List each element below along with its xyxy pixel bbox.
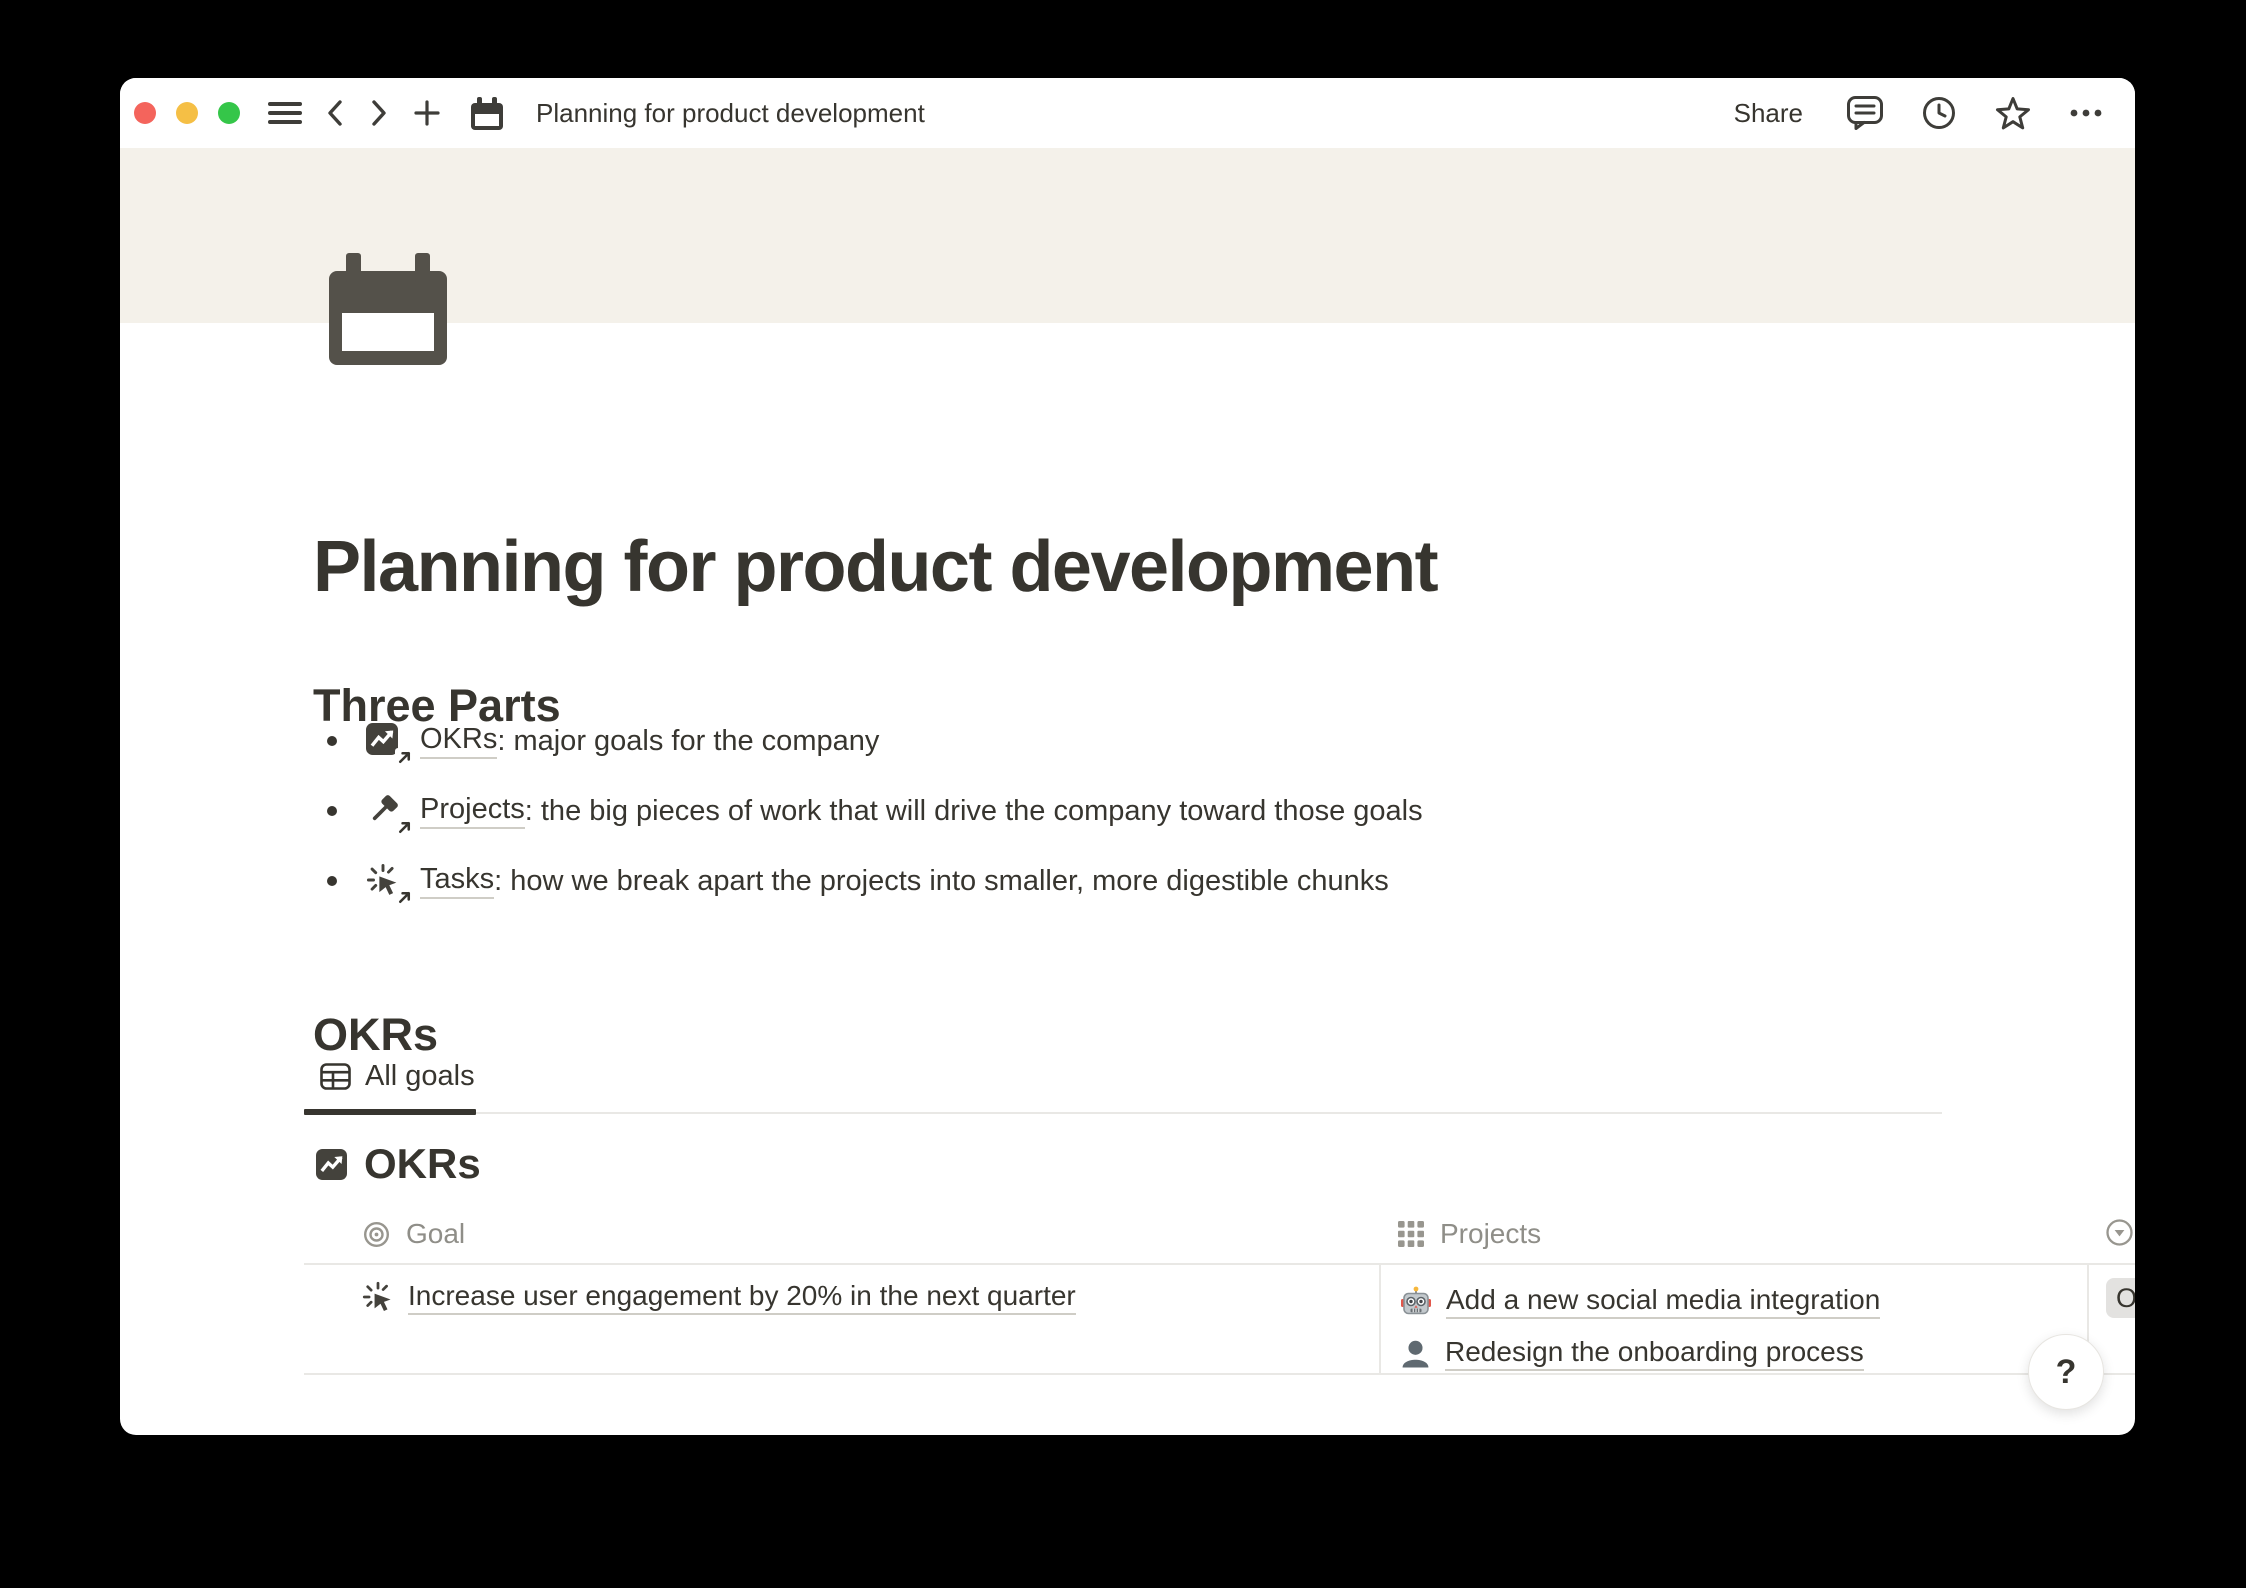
list-item-okrs: OKRs: major goals for the company (120, 706, 2135, 776)
click-link-icon (366, 863, 402, 899)
three-parts-list: OKRs: major goals for the company Projec… (120, 706, 2135, 916)
hamburger-icon (268, 101, 302, 125)
chart-square-icon (316, 1149, 347, 1180)
person-emoji (1400, 1338, 1431, 1369)
sidebar-toggle-button[interactable] (268, 91, 302, 135)
share-button[interactable]: Share (1728, 97, 1809, 130)
clock-icon (1921, 95, 1957, 131)
project-cell-line: Add a new social media integration (1400, 1279, 1880, 1323)
toolbar: Planning for product development Share (120, 78, 2135, 148)
robot-emoji (1400, 1286, 1432, 1317)
bullet-disc (327, 876, 337, 886)
breadcrumb-title[interactable]: Planning for product development (536, 98, 925, 129)
column-header-goal[interactable]: Goal (363, 1205, 465, 1263)
goal-cell: Increase user engagement by 20% in the n… (362, 1275, 1076, 1319)
tab-all-goals[interactable]: All goals (304, 1052, 491, 1100)
bullet-rest: : how we break apart the projects into s… (494, 865, 1389, 898)
bullet-text: OKRs: major goals for the company (420, 706, 879, 776)
chevron-right-icon (368, 97, 390, 129)
new-tab-button[interactable] (412, 91, 442, 135)
help-label: ? (2056, 1353, 2077, 1392)
bullet-rest: : major goals for the company (497, 725, 879, 758)
help-button[interactable]: ? (2028, 1334, 2104, 1410)
target-icon (363, 1221, 390, 1248)
status-badge-label: O (2116, 1283, 2135, 1314)
projects-page-link[interactable]: Projects (420, 793, 525, 829)
comments-button[interactable] (1846, 91, 1884, 135)
bullet-rest: : the big pieces of work that will drive… (525, 795, 1423, 828)
column-label: Projects (1440, 1218, 1541, 1250)
grid-icon (1398, 1221, 1424, 1247)
history-button[interactable] (1921, 91, 1957, 135)
ellipsis-icon (2069, 108, 2103, 118)
plus-icon (412, 98, 442, 128)
star-icon (1994, 95, 2032, 131)
fullscreen-window-button[interactable] (218, 102, 240, 124)
bullet-text: Tasks: how we break apart the projects i… (420, 846, 1389, 916)
bullet-disc (327, 806, 337, 816)
goal-page-link[interactable]: Increase user engagement by 20% in the n… (408, 1280, 1076, 1315)
chart-link-icon (366, 723, 402, 759)
back-button[interactable] (324, 91, 346, 135)
list-item-projects: Projects: the big pieces of work that wi… (120, 776, 2135, 846)
tabbar-divider (304, 1112, 1942, 1114)
breadcrumb-calendar-icon (470, 97, 504, 130)
link-arrow-icon (395, 748, 414, 767)
project-page-link[interactable]: Add a new social media integration (1446, 1284, 1880, 1319)
forward-button[interactable] (368, 91, 390, 135)
more-options-button[interactable] (2069, 91, 2103, 135)
toolbar-left-group: Planning for product development (268, 91, 925, 135)
table-header-border (304, 1263, 2135, 1265)
app-window: Planning for product development Share (120, 78, 2135, 1435)
chevron-left-icon (324, 97, 346, 129)
bullet-text: Projects: the big pieces of work that wi… (420, 776, 1423, 846)
page-calendar-icon[interactable] (329, 253, 447, 365)
link-arrow-icon (395, 818, 414, 837)
bullet-disc (327, 736, 337, 746)
okrs-page-link[interactable]: OKRs (420, 723, 497, 759)
list-item-tasks: Tasks: how we break apart the projects i… (120, 846, 2135, 916)
favorite-button[interactable] (1994, 91, 2032, 135)
column-label: Goal (406, 1218, 465, 1250)
project-cell-line: Redesign the onboarding process (1400, 1331, 1864, 1375)
link-arrow-icon (395, 888, 414, 907)
tab-label: All goals (365, 1060, 475, 1093)
toolbar-right-group: Share (1728, 91, 2103, 135)
tasks-page-link[interactable]: Tasks (420, 863, 494, 899)
status-badge[interactable]: O (2106, 1278, 2135, 1318)
hammer-link-icon (366, 793, 402, 829)
active-tab-underline (304, 1109, 476, 1115)
column-header-status[interactable] (2106, 1219, 2133, 1246)
database-title-row: OKRs (316, 1140, 481, 1188)
project-page-link[interactable]: Redesign the onboarding process (1445, 1336, 1864, 1371)
table-icon (320, 1063, 351, 1090)
traffic-lights (134, 102, 240, 124)
column-divider (1379, 1264, 1381, 1373)
database-title[interactable]: OKRs (364, 1140, 481, 1188)
minimize-window-button[interactable] (176, 102, 198, 124)
screenshot-canvas: { "colors": { "text": "#37352f", "muted_… (0, 0, 2246, 1588)
comment-icon (1846, 95, 1884, 131)
click-icon (362, 1281, 394, 1313)
column-header-projects[interactable]: Projects (1398, 1205, 1541, 1263)
page-title: Planning for product development (313, 526, 1437, 609)
close-window-button[interactable] (134, 102, 156, 124)
select-circle-down-icon (2106, 1219, 2133, 1246)
